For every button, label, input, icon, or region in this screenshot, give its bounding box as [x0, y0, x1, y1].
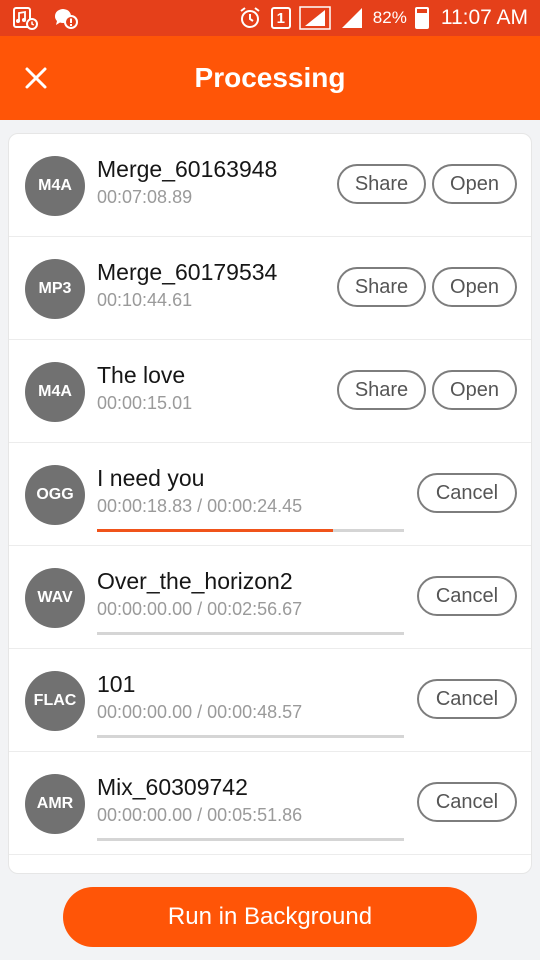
progress-bar: [97, 529, 404, 532]
status-time: 11:07 AM: [440, 6, 528, 29]
format-badge: OGG: [25, 465, 85, 525]
signal-strength-2-icon: [339, 6, 365, 30]
format-badge: M4A: [25, 156, 85, 216]
item-title: I need you: [97, 465, 205, 491]
open-button[interactable]: Open: [432, 267, 517, 307]
page-title: Processing: [194, 62, 346, 93]
processing-list: M4A Merge_60163948 00:07:08.89 Share Ope…: [8, 133, 532, 874]
alarm-icon: [237, 6, 263, 30]
cancel-button[interactable]: Cancel: [417, 679, 517, 719]
list-item: WAV Over_the_horizon2 00:00:00.00 / 00:0…: [9, 546, 531, 649]
status-bar: 1 82% 11:07 AM: [0, 0, 540, 36]
item-title: 101: [97, 671, 136, 697]
item-title: Merge_60179534: [97, 259, 278, 285]
format-badge: AMR: [25, 774, 85, 834]
item-title: Over_the_horizon2: [97, 568, 293, 594]
open-button[interactable]: Open: [432, 370, 517, 410]
sim-slot-badge: 1: [270, 7, 291, 29]
cancel-button[interactable]: Cancel: [417, 782, 517, 822]
item-title: Mix_60309742: [97, 774, 248, 800]
app-bar: Processing: [0, 36, 540, 120]
list-item: M4A The love 00:00:15.01 Share Open: [9, 340, 531, 443]
format-badge: MP3: [25, 259, 85, 319]
item-duration: 00:00:15.01: [97, 393, 193, 413]
progress-bar: [97, 838, 404, 841]
cancel-button[interactable]: Cancel: [417, 473, 517, 513]
item-progress-time: 00:00:00.00 / 00:02:56.67: [97, 599, 303, 619]
item-title: The love: [97, 362, 186, 388]
battery-percent: 82%: [372, 8, 407, 27]
list-item: MP3 Merge_60179534 00:10:44.61 Share Ope…: [9, 237, 531, 340]
item-duration: 00:10:44.61: [97, 290, 193, 310]
item-progress-time: 00:00:00.00 / 00:05:51.86: [97, 805, 303, 825]
format-badge: FLAC: [25, 671, 85, 731]
progress-bar: [97, 632, 404, 635]
share-button[interactable]: Share: [337, 164, 426, 204]
list-item: M4A Merge_60163948 00:07:08.89 Share Ope…: [9, 134, 531, 237]
item-progress-time: 00:00:00.00 / 00:00:48.57: [97, 702, 303, 722]
cancel-button[interactable]: Cancel: [417, 576, 517, 616]
status-notifications: [12, 6, 78, 30]
item-duration: 00:07:08.89: [97, 187, 193, 207]
item-title: Merge_60163948: [97, 156, 278, 182]
chat-alert-icon: [52, 6, 78, 30]
status-system: 1 82% 11:07 AM: [237, 6, 528, 30]
music-file-icon: [12, 6, 38, 30]
list-item: FLAC 101 00:00:00.00 / 00:00:48.57 Cance…: [9, 649, 531, 752]
progress-fill: [97, 529, 334, 532]
battery-icon: [414, 7, 429, 29]
format-badge: M4A: [25, 362, 85, 422]
close-icon: [25, 67, 47, 89]
signal-strength-icon: [299, 6, 331, 30]
item-progress-time: 00:00:18.83 / 00:00:24.45: [97, 496, 303, 516]
progress-bar: [97, 735, 404, 738]
close-button[interactable]: [18, 60, 54, 96]
list-item: AMR Mix_60309742 00:00:00.00 / 00:05:51.…: [9, 752, 531, 855]
format-badge: WAV: [25, 568, 85, 628]
open-button[interactable]: Open: [432, 164, 517, 204]
list-item: OGG I need you 00:00:18.83 / 00:00:24.45…: [9, 443, 531, 546]
share-button[interactable]: Share: [337, 370, 426, 410]
run-in-background-button[interactable]: Run in Background: [63, 887, 477, 947]
share-button[interactable]: Share: [337, 267, 426, 307]
